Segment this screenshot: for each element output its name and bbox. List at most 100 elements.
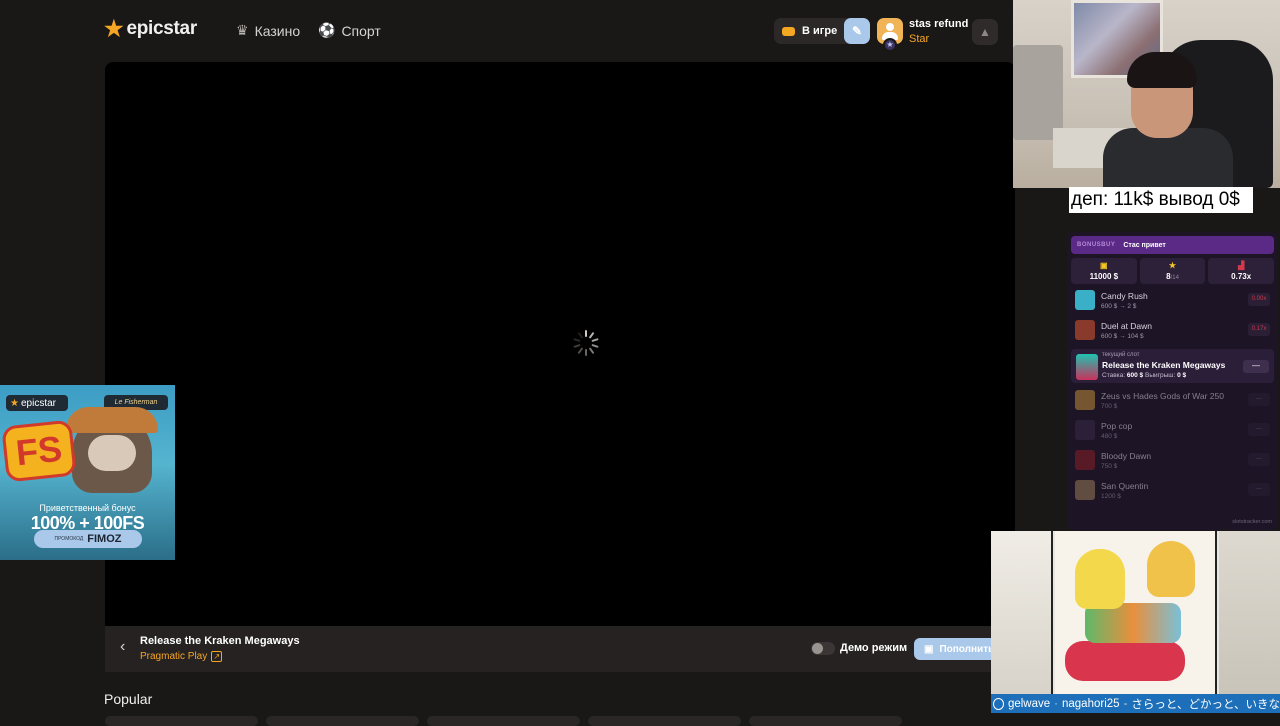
slot-name: Pop cop bbox=[1101, 420, 1133, 431]
stat-count-wrap: 8/14 bbox=[1166, 272, 1179, 281]
comic-boy-hair bbox=[1147, 541, 1195, 597]
list-item: Bloody Dawn 750 $ — bbox=[1071, 447, 1274, 473]
sport-ball-icon: ⚽ bbox=[318, 22, 336, 38]
promo-code: ПРОМОКОД FIMOZ bbox=[34, 530, 142, 548]
stat-balance: ▣ 11000 $ bbox=[1071, 258, 1137, 284]
comic-scooter bbox=[1065, 641, 1185, 681]
list-item: Pop cop 480 $ — bbox=[1071, 417, 1274, 443]
tracker-header: BONUSBUY Стас привет bbox=[1071, 236, 1274, 254]
gamepad-icon bbox=[782, 26, 795, 36]
user-name[interactable]: stas refund bbox=[909, 18, 968, 30]
demo-toggle[interactable] bbox=[811, 642, 835, 655]
comic-right-panel bbox=[1219, 531, 1280, 694]
slot-thumb bbox=[1075, 320, 1095, 340]
coin-icon: ▣ bbox=[1100, 261, 1108, 270]
back-chevron-icon[interactable]: ‹ bbox=[120, 638, 125, 656]
current-slot-thumb bbox=[1076, 354, 1098, 380]
promo-code-label: ПРОМОКОД bbox=[54, 536, 84, 542]
site-header: ★ epicstar ♛ Казино ⚽ Спорт В игре ✎ ★ s… bbox=[0, 0, 1015, 62]
current-slot-action: — bbox=[1243, 360, 1269, 373]
promo-character bbox=[66, 407, 158, 493]
slot-multiplier: 0.00x bbox=[1248, 293, 1270, 306]
provider-name: Pragmatic Play bbox=[140, 651, 208, 662]
epicstar-logo[interactable]: ★ epicstar bbox=[104, 18, 197, 40]
slot-thumb bbox=[1075, 420, 1095, 440]
slot-name: Bloody Dawn bbox=[1101, 450, 1152, 461]
bet-label: Ставка: bbox=[1102, 372, 1126, 379]
current-slot-label: текущий слот bbox=[1102, 352, 1140, 358]
webcam-person-hair bbox=[1127, 52, 1197, 88]
star-logo-icon: ★ bbox=[10, 397, 19, 409]
game-title: Release the Kraken Megaways bbox=[140, 635, 300, 647]
game-card[interactable] bbox=[588, 716, 741, 726]
slot-multiplier: 0.17x bbox=[1248, 323, 1270, 336]
game-card[interactable] bbox=[749, 716, 902, 726]
current-slot: текущий слот Release the Kraken Megaways… bbox=[1071, 349, 1274, 383]
slot-sub: 600 $ → 2 $ bbox=[1101, 302, 1137, 310]
slots-tracker: BONUSBUY Стас привет ▣ 11000 $ ★ 8/14 ▟ … bbox=[1067, 232, 1278, 530]
in-game-label: В игре bbox=[802, 25, 838, 37]
tracker-footer: slotstracker.com bbox=[1232, 519, 1272, 525]
current-slot-stats: Ставка: 600 $ Выигрыш: 0 $ bbox=[1102, 372, 1186, 379]
chart-icon: ▟ bbox=[1238, 261, 1245, 270]
promo-banner[interactable]: ★ epicstar Le Fisherman FS Приветственны… bbox=[0, 385, 175, 560]
comic-clothes bbox=[1085, 603, 1181, 643]
chat-separator: - bbox=[1123, 697, 1128, 710]
fs-badge: FS bbox=[1, 419, 77, 483]
slot-sub: 750 $ bbox=[1101, 462, 1118, 470]
slot-name: San Quentin bbox=[1101, 480, 1149, 491]
nav-sport[interactable]: ⚽ Спорт bbox=[318, 22, 381, 39]
slot-multiplier: — bbox=[1248, 423, 1270, 436]
win-label: Выигрыш: bbox=[1144, 372, 1176, 379]
section-title: Popular bbox=[104, 691, 153, 707]
game-card[interactable] bbox=[266, 716, 419, 726]
chat-separator: · bbox=[1054, 697, 1058, 710]
chat-user2: nagahori25 bbox=[1062, 697, 1120, 710]
game-card[interactable] bbox=[105, 716, 258, 726]
star-logo-icon: ★ bbox=[104, 16, 124, 41]
game-provider-link[interactable]: Pragmatic Play ↗ bbox=[140, 651, 223, 662]
promo-code-value: FIMOZ bbox=[87, 533, 122, 545]
comic-left-panel bbox=[991, 531, 1053, 694]
game-card[interactable] bbox=[427, 716, 580, 726]
slot-sub: 1200 $ bbox=[1101, 492, 1121, 500]
avatar[interactable]: ★ bbox=[877, 18, 903, 52]
comic-overlay bbox=[991, 531, 1280, 694]
slot-thumb bbox=[1075, 390, 1095, 410]
comic-girl-hair bbox=[1075, 549, 1125, 609]
stat-multiplier-value: 0.73x bbox=[1231, 272, 1252, 281]
slot-sub: 600 $ → 104 $ bbox=[1101, 332, 1144, 340]
slot-sub: 480 $ bbox=[1101, 432, 1118, 440]
slot-name: Candy Rush bbox=[1101, 290, 1148, 301]
promo-line1: Приветственный бонус bbox=[39, 503, 136, 513]
tracker-message: Стас привет bbox=[1123, 241, 1166, 249]
game-frame[interactable] bbox=[105, 62, 1015, 626]
notification-bell-icon[interactable]: ▲ bbox=[972, 19, 998, 45]
slot-thumb bbox=[1075, 480, 1095, 500]
slot-multiplier: — bbox=[1248, 393, 1270, 406]
promo-logo: ★ epicstar bbox=[6, 395, 68, 411]
list-item: San Quentin 1200 $ — bbox=[1071, 477, 1274, 503]
loading-spinner-icon bbox=[573, 330, 599, 356]
stat-multiplier: ▟ 0.73x bbox=[1208, 258, 1275, 284]
slot-thumb bbox=[1075, 450, 1095, 470]
promo-logo-text: epicstar bbox=[20, 397, 56, 409]
in-game-button[interactable]: В игре ✎ bbox=[774, 18, 870, 44]
bet-value: 600 $ bbox=[1126, 372, 1144, 379]
slot-thumb bbox=[1075, 290, 1095, 310]
toggle-knob bbox=[812, 643, 823, 654]
star-icon: ★ bbox=[1168, 261, 1177, 270]
promo-character-hat bbox=[66, 407, 158, 433]
user-rank: Star bbox=[909, 33, 930, 45]
slot-multiplier: — bbox=[1248, 483, 1270, 496]
nav-casino[interactable]: ♛ Казино bbox=[236, 22, 300, 39]
stat-count: ★ 8/14 bbox=[1139, 258, 1206, 284]
slot-multiplier: — bbox=[1248, 453, 1270, 466]
avatar-head bbox=[886, 23, 894, 31]
chat-user1: gelwave bbox=[1007, 697, 1051, 710]
tracker-stats: ▣ 11000 $ ★ 8/14 ▟ 0.73x bbox=[1071, 258, 1275, 284]
deposit-overlay-text: деп: 11k$ вывод 0$ bbox=[1069, 187, 1253, 213]
game-thumb-icon[interactable]: ✎ bbox=[844, 18, 870, 44]
chat-ticker: gelwave · nagahori25 - さらっと、どかっと、いきな bbox=[991, 694, 1280, 713]
slot-sub: 700 $ bbox=[1101, 402, 1118, 410]
